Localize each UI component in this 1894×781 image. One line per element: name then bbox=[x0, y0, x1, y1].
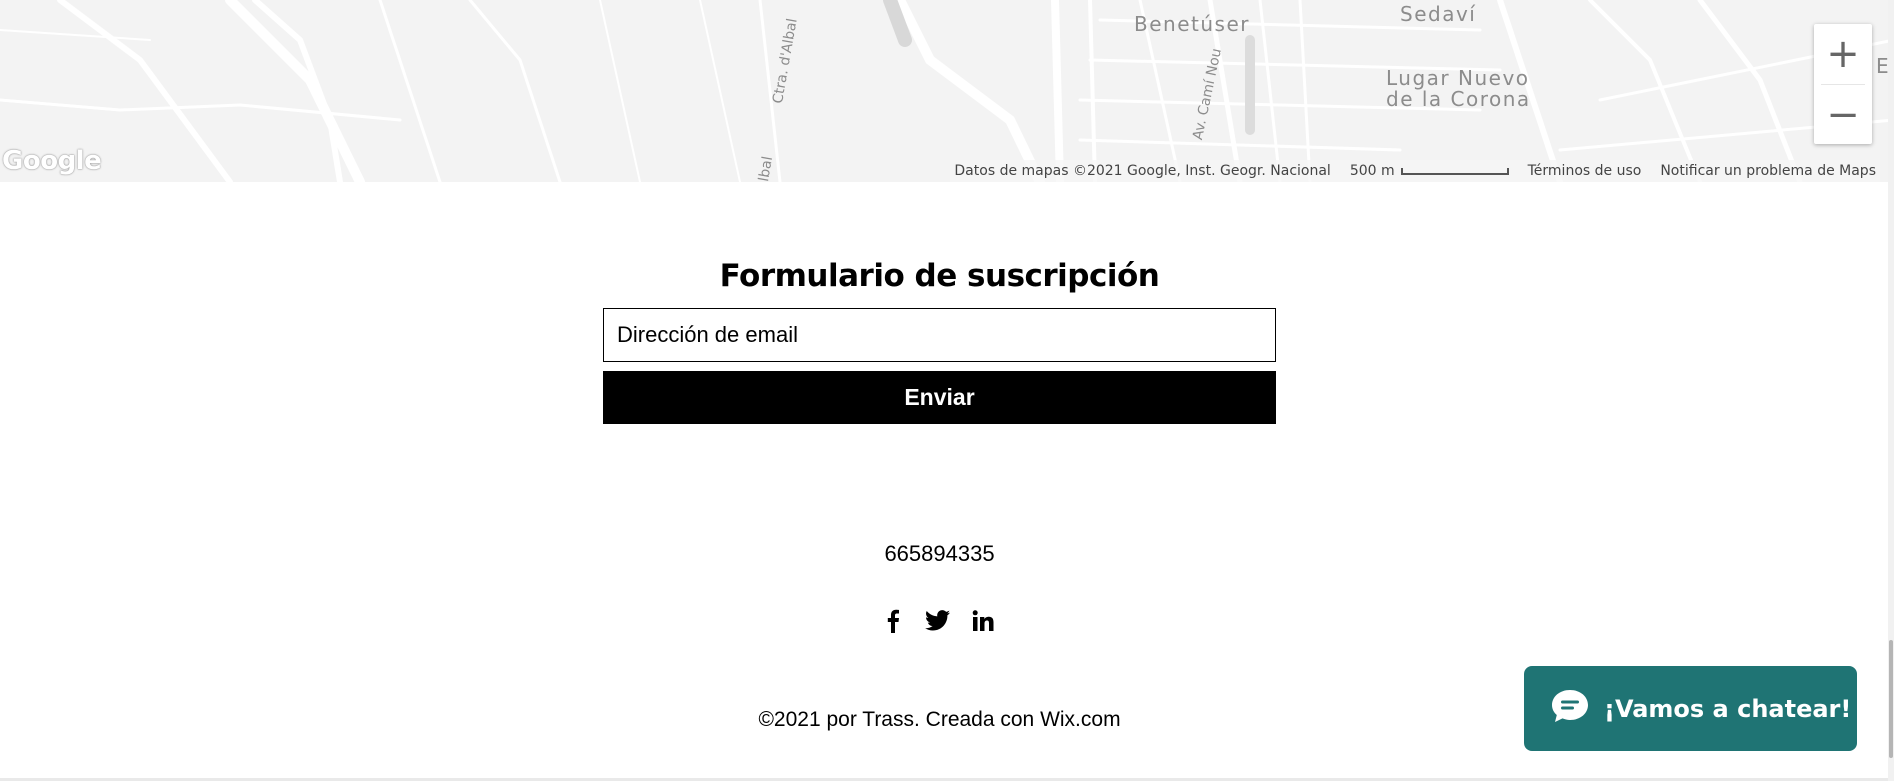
map-data-attribution: Datos de mapas ©2021 Google, Inst. Geogr… bbox=[954, 163, 1331, 179]
scrollbar-thumb[interactable] bbox=[1889, 640, 1893, 758]
zoom-in-button[interactable]: + bbox=[1814, 24, 1872, 84]
map-terms-link[interactable]: Términos de uso bbox=[1528, 163, 1642, 179]
zoom-out-button[interactable]: − bbox=[1814, 85, 1872, 145]
map-scale[interactable]: 500 m bbox=[1350, 163, 1509, 179]
linkedin-icon[interactable] bbox=[970, 608, 995, 633]
map-place-label: Sedaví bbox=[1400, 2, 1477, 26]
map-report-link[interactable]: Notificar un problema de Maps bbox=[1660, 163, 1876, 179]
wix-link[interactable]: Wix.com bbox=[1040, 708, 1121, 731]
form-title: Formulario de suscripción bbox=[719, 258, 1160, 294]
map-zoom-control: + − bbox=[1814, 24, 1872, 144]
map-scale-label: 500 m bbox=[1349, 163, 1395, 179]
phone-number: 665894335 bbox=[884, 541, 995, 566]
chat-label: ¡Vamos a chatear! bbox=[1604, 694, 1852, 723]
map-attribution-bar: Datos de mapas ©2021 Google, Inst. Geogr… bbox=[950, 160, 1880, 182]
map-scale-bar bbox=[1400, 167, 1509, 175]
email-input[interactable] bbox=[603, 308, 1276, 362]
map-place-label: Benetúser bbox=[1134, 12, 1250, 36]
map-place-label: E bbox=[1876, 54, 1889, 78]
copyright: ©2021 por Trass. Creada con Wix.com bbox=[603, 708, 1276, 732]
copyright-text: ©2021 por Trass. Creada con bbox=[758, 708, 1041, 731]
chat-button[interactable]: ¡Vamos a chatear! bbox=[1524, 666, 1857, 751]
map[interactable]: Benetúser Sedaví Lugar Nuevo de la Coron… bbox=[0, 0, 1894, 182]
twitter-icon[interactable] bbox=[925, 608, 950, 633]
map-roads bbox=[0, 0, 1894, 182]
social-links bbox=[880, 608, 995, 633]
google-logo[interactable]: Google bbox=[2, 146, 102, 176]
submit-button[interactable]: Enviar bbox=[603, 371, 1276, 424]
map-place-label: Lugar Nuevo de la Corona bbox=[1386, 66, 1531, 111]
facebook-icon[interactable] bbox=[880, 608, 905, 633]
chat-bubble-icon bbox=[1550, 688, 1590, 729]
